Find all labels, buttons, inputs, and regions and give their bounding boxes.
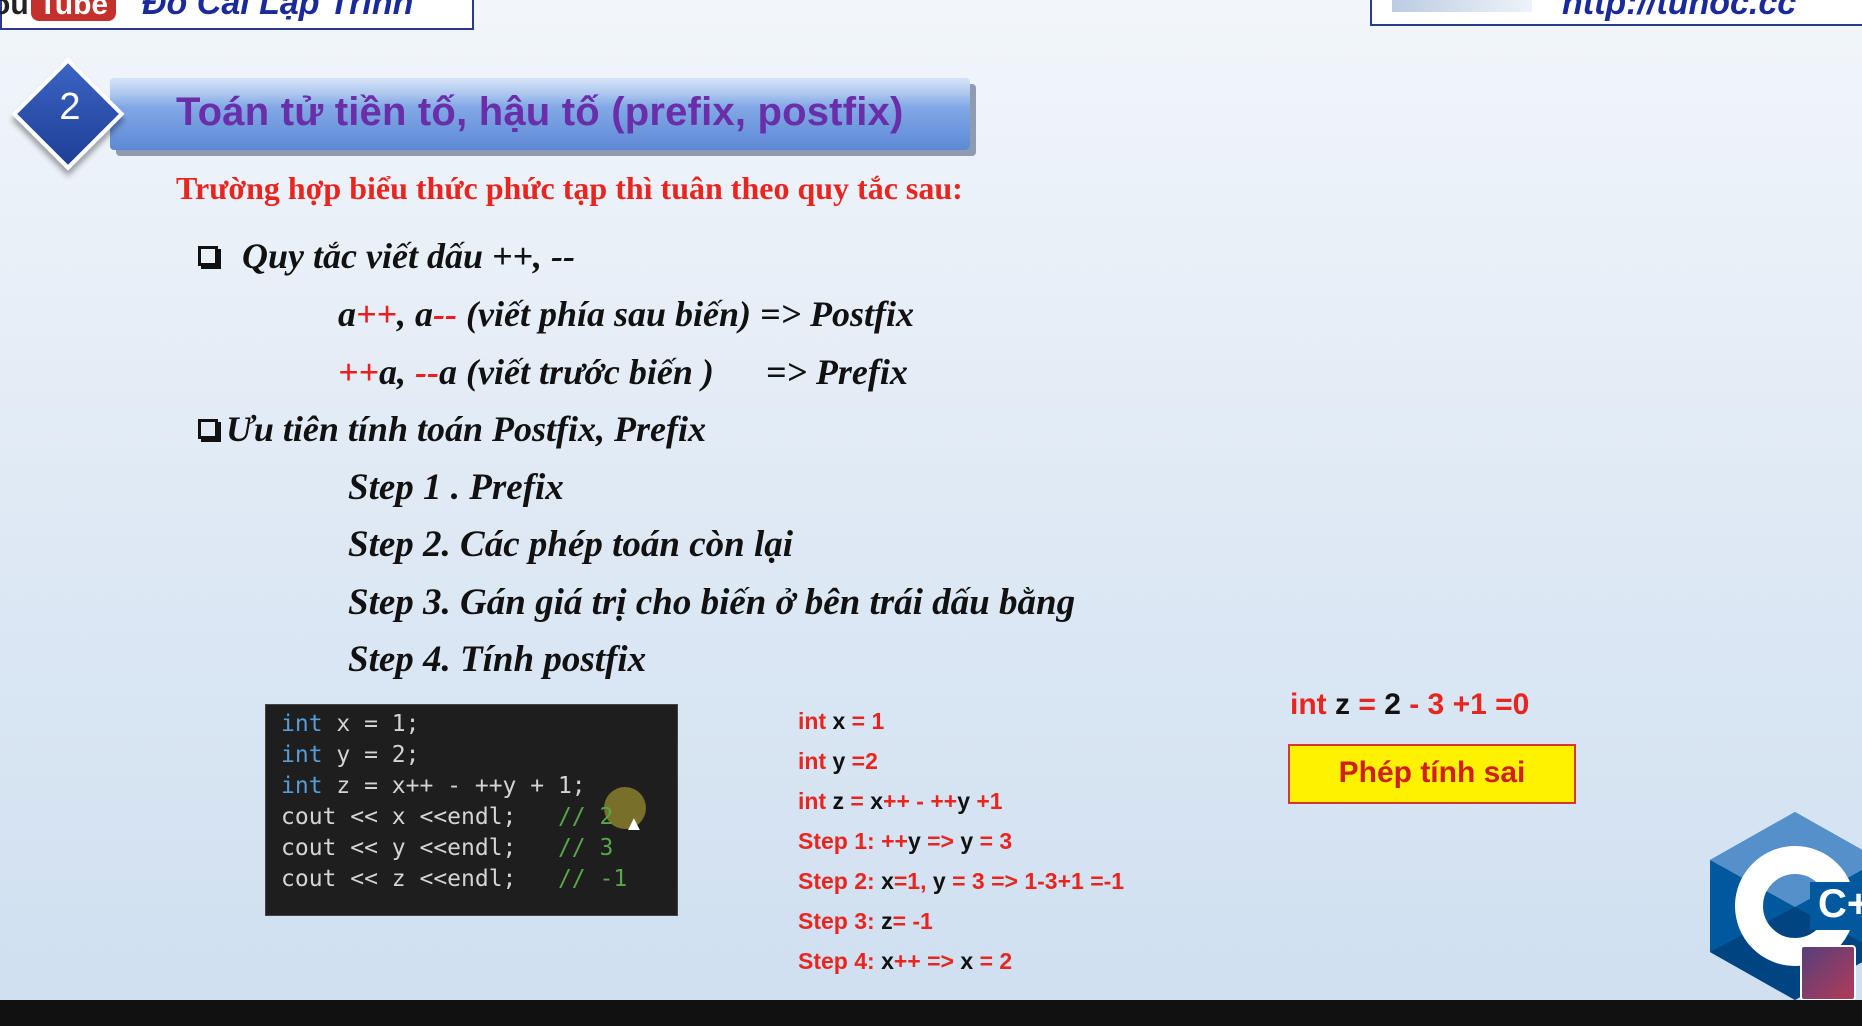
code-line: int y = 2; xyxy=(281,742,420,768)
channel-banner: ou Tube Đỗ Cải Lập Trình xyxy=(0,0,474,30)
postfix-rule: a++, a-- (viết phía sau biến) => Postfix xyxy=(338,294,915,334)
section-header: Toán tử tiền tố, hậu tố (prefix, postfix… xyxy=(11,57,970,171)
channel-name: Đỗ Cải Lập Trình xyxy=(142,0,414,22)
code-line: int z = x++ - ++y + 1; xyxy=(281,773,586,799)
priority-heading: Ưu tiên tính toán Postfix, Prefix xyxy=(198,408,706,450)
website-url: http://tuhoc.cc xyxy=(1562,0,1797,22)
intro-text: Trường hợp biểu thức phức tạp thì tuân t… xyxy=(176,170,963,206)
code-line: int x = 1; xyxy=(281,711,420,737)
code-line: cout << x <<endl; // 2 xyxy=(281,804,614,830)
explain-line: int x = 1 xyxy=(798,708,885,734)
section-number: 2 xyxy=(59,86,81,128)
explain-line: int z = x++ - ++y +1 xyxy=(798,788,1003,814)
youtube-logo: ou Tube xyxy=(0,0,117,22)
checkbox-icon xyxy=(198,245,218,266)
avatar xyxy=(1800,945,1856,1001)
step-item: Step 4. Tính postfix xyxy=(348,639,647,680)
step-item: Step 2. Các phép toán còn lại xyxy=(348,524,794,565)
wrong-calculation-label: Phép tính sai xyxy=(1338,756,1526,789)
code-editor: int x = 1; int y = 2; int z = x++ - ++y … xyxy=(265,704,678,916)
section-title: Toán tử tiền tố, hậu tố (prefix, postfix… xyxy=(176,90,904,134)
url-banner: http://tuhoc.cc xyxy=(1370,0,1862,26)
wrong-calculation-box: Phép tính sai xyxy=(1288,744,1576,804)
explain-line: Step 1: ++y => y = 3 xyxy=(798,828,1013,854)
explain-line: Step 4: x++ => x = 2 xyxy=(798,948,1013,974)
step-item: Step 3. Gán giá trị cho biến ở bên trái … xyxy=(348,582,1076,623)
code-line: cout << z <<endl; // -1 xyxy=(281,866,628,892)
cpp-logo-text: C++ xyxy=(1818,882,1862,926)
explain-line: Step 3: z= -1 xyxy=(798,908,933,934)
prefix-rule: ++a, --a (viết trước biến ) => Prefix xyxy=(338,352,908,392)
code-line: cout << y <<endl; // 3 xyxy=(281,835,614,861)
section-title-bar: Toán tử tiền tố, hậu tố (prefix, postfix… xyxy=(110,78,970,150)
explain-line: Step 2: x=1, y = 3 => 1-3+1 =-1 xyxy=(798,868,1125,894)
slide: ou Tube Đỗ Cải Lập Trình http://tuhoc.cc … xyxy=(0,0,1862,1001)
step-item: Step 1 . Prefix xyxy=(348,467,564,508)
checkbox-icon xyxy=(198,418,218,439)
wrong-equation: int z = 2 - 3 +1 =0 xyxy=(1290,688,1530,721)
banner-decoration xyxy=(1392,0,1532,12)
mouse-cursor-icon: ▲ xyxy=(624,813,644,835)
rule-heading: Quy tắc viết dấu ++, -- xyxy=(198,235,575,277)
explain-line: int y =2 xyxy=(798,748,878,774)
bottom-bar xyxy=(0,1000,1862,1026)
